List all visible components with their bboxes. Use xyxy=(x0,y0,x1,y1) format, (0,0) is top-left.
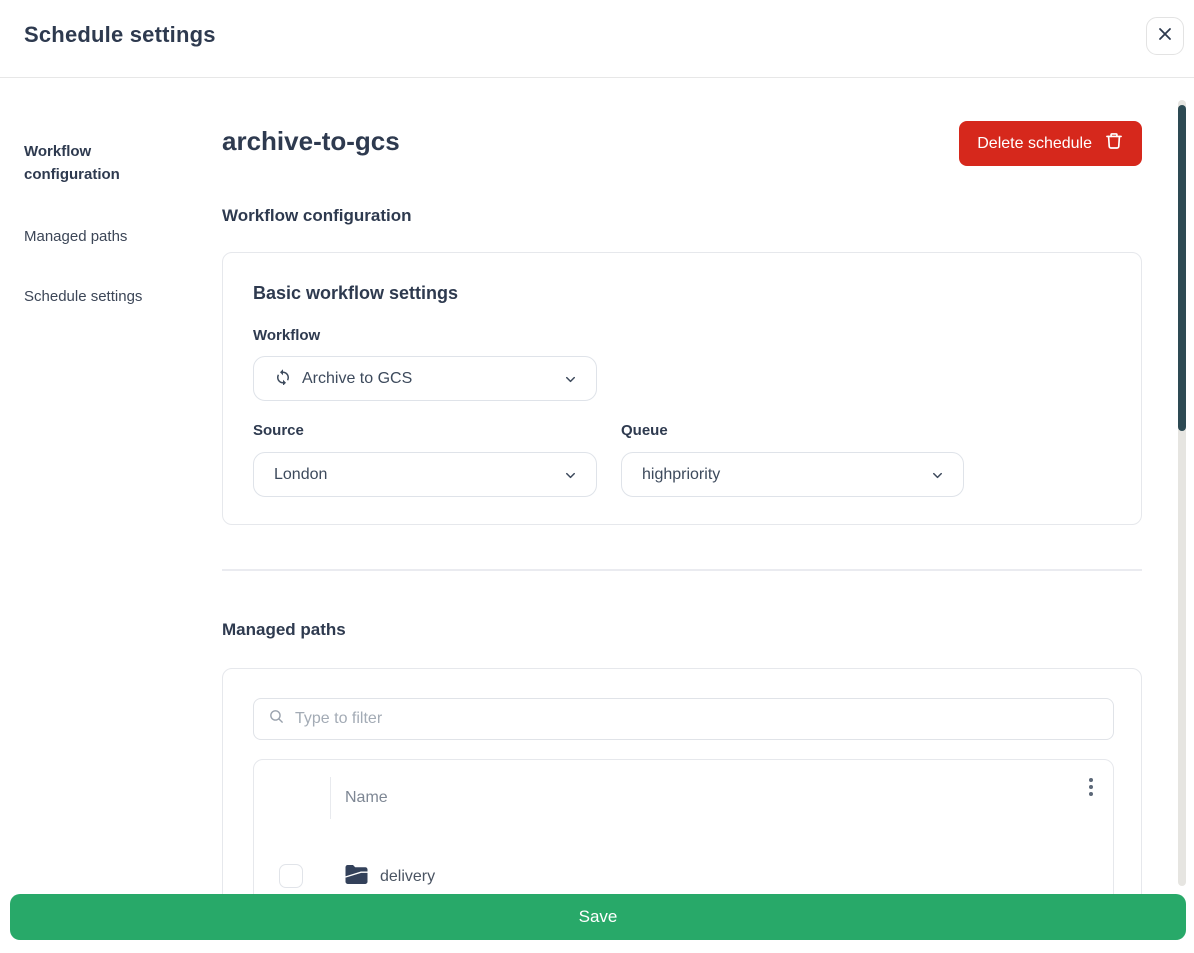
chevron-down-icon xyxy=(930,468,945,488)
column-separator xyxy=(330,777,331,819)
basic-workflow-settings-card: Basic workflow settings Workflow Archive… xyxy=(222,252,1142,525)
trash-icon xyxy=(1104,131,1124,156)
delete-schedule-label: Delete schedule xyxy=(977,135,1092,153)
filter-input[interactable] xyxy=(295,710,1099,728)
workflow-field-label: Workflow xyxy=(253,327,320,344)
sidebar-item-schedule-settings[interactable]: Schedule settings xyxy=(24,285,189,308)
kebab-menu-icon[interactable] xyxy=(1081,772,1101,802)
modal-title: Schedule settings xyxy=(24,22,216,48)
queue-field-label: Queue xyxy=(621,422,668,439)
sidebar-item-workflow-configuration[interactable]: Workflow configuration xyxy=(24,140,189,186)
row-checkbox[interactable] xyxy=(279,864,303,888)
basic-workflow-settings-title: Basic workflow settings xyxy=(253,283,458,304)
queue-select[interactable]: highpriority xyxy=(621,452,964,497)
page-title: archive-to-gcs xyxy=(222,126,400,157)
schedule-settings-modal: Schedule settings Workflow configuration… xyxy=(0,0,1194,953)
managed-paths-heading: Managed paths xyxy=(222,620,346,640)
modal-header: Schedule settings xyxy=(0,0,1194,78)
name-column-header: Name xyxy=(345,789,388,807)
scrollbar-thumb[interactable] xyxy=(1178,105,1186,431)
workflow-select-value: Archive to GCS xyxy=(302,370,412,388)
chevron-down-icon xyxy=(563,468,578,488)
sidebar-item-managed-paths[interactable]: Managed paths xyxy=(24,225,189,248)
search-icon xyxy=(268,708,285,730)
save-button[interactable]: Save xyxy=(10,894,1186,940)
filter-box xyxy=(253,698,1114,740)
folder-icon xyxy=(344,864,369,890)
path-row-name[interactable]: delivery xyxy=(380,868,435,886)
section-divider xyxy=(222,569,1142,571)
close-icon xyxy=(1157,26,1173,47)
source-select[interactable]: London xyxy=(253,452,597,497)
save-button-label: Save xyxy=(579,907,618,927)
delete-schedule-button[interactable]: Delete schedule xyxy=(959,121,1142,166)
queue-select-value: highpriority xyxy=(642,466,720,484)
scrollbar-track[interactable] xyxy=(1178,100,1186,886)
chevron-down-icon xyxy=(563,372,578,392)
close-button[interactable] xyxy=(1146,17,1184,55)
source-select-value: London xyxy=(274,466,327,484)
recycle-icon xyxy=(274,367,292,390)
source-field-label: Source xyxy=(253,422,304,439)
workflow-select[interactable]: Archive to GCS xyxy=(253,356,597,401)
workflow-configuration-heading: Workflow configuration xyxy=(222,206,412,226)
